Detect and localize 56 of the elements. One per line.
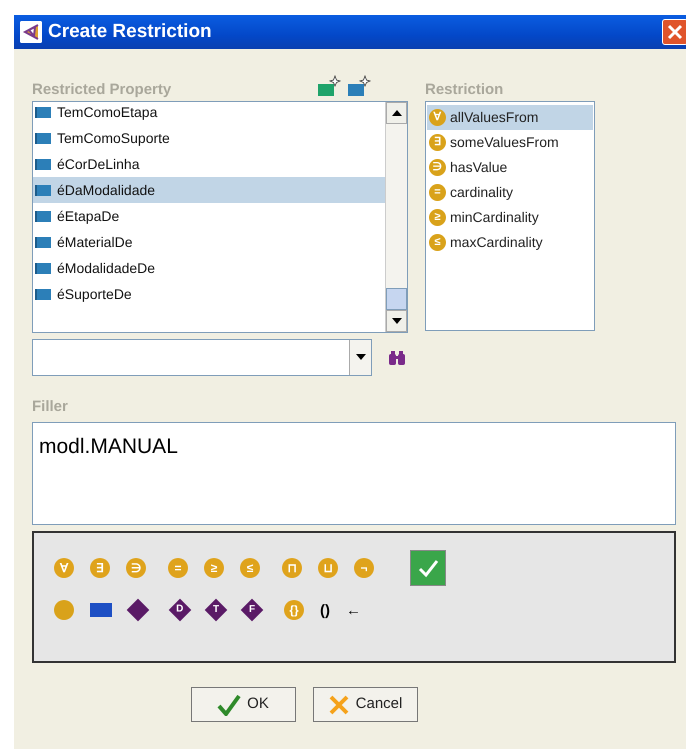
- section-label: Filler: [32, 396, 68, 416]
- restriction-icon: =: [429, 184, 446, 201]
- restriction-item[interactable]: ∋ hasValue: [427, 155, 593, 180]
- app-icon: [20, 21, 42, 43]
- binoculars-icon[interactable]: [388, 350, 406, 366]
- property-icon: [35, 184, 51, 196]
- property-item[interactable]: TemComoEtapa: [33, 102, 385, 125]
- cancel-button[interactable]: Cancel: [312, 687, 418, 722]
- property-icon: [35, 106, 51, 118]
- dropdown-button[interactable]: [349, 340, 371, 375]
- check-icon: [217, 694, 242, 716]
- window-title: Create Restriction: [48, 20, 212, 44]
- down-arrow-icon: [356, 354, 366, 360]
- restriction-icon: ≤: [429, 234, 446, 251]
- restriction-item[interactable]: = cardinality: [427, 180, 593, 205]
- property-item[interactable]: éModalidadeDe: [33, 255, 385, 281]
- symbol-button[interactable]: ←: [346, 602, 361, 618]
- property-icon: [35, 210, 51, 222]
- individual-symbol-button[interactable]: F: [240, 598, 264, 622]
- restriction-icon: ∀: [429, 109, 446, 126]
- scroll-thumb[interactable]: [386, 288, 407, 310]
- down-arrow-icon: [392, 318, 402, 324]
- scroll-up-button[interactable]: [386, 102, 407, 124]
- property-item[interactable]: TemComoSuporte: [33, 125, 385, 151]
- property-icon: [35, 236, 51, 248]
- restriction-icon: ≥: [429, 209, 446, 226]
- up-arrow-icon: [392, 110, 402, 116]
- check-button[interactable]: [410, 550, 446, 586]
- section-label: Restriction: [425, 80, 504, 100]
- restriction-item[interactable]: ≤ maxCardinality: [427, 230, 593, 255]
- property-icon: [35, 158, 51, 170]
- restriction-item[interactable]: ∃ someValuesFrom: [427, 130, 593, 155]
- restriction-icon: ∋: [429, 159, 446, 176]
- property-item[interactable]: éMaterialDe: [33, 229, 385, 255]
- property-icon: [35, 262, 51, 274]
- restriction-item[interactable]: ∀ allValuesFrom: [427, 105, 593, 130]
- property-item[interactable]: éCorDeLinha: [33, 151, 385, 177]
- individual-symbol-button[interactable]: T: [204, 598, 228, 622]
- property-item[interactable]: éDaModalidade: [33, 177, 385, 203]
- add-class-icon[interactable]: [317, 75, 342, 97]
- scrollbar[interactable]: [385, 102, 407, 332]
- ok-button[interactable]: OK: [190, 687, 296, 722]
- property-icon: [35, 132, 51, 144]
- add-property-icon[interactable]: [347, 75, 372, 97]
- restriction-icon: ∃: [429, 134, 446, 151]
- close-button[interactable]: [662, 19, 686, 45]
- filler-field[interactable]: modl.MANUAL: [32, 422, 676, 525]
- property-item[interactable]: éSuporteDe: [33, 281, 385, 307]
- restriction-item[interactable]: ≥ minCardinality: [427, 205, 593, 230]
- scroll-down-button[interactable]: [386, 310, 407, 332]
- individual-symbol-button[interactable]: D: [168, 598, 192, 622]
- property-icon: [35, 288, 51, 300]
- property-item[interactable]: éEtapaDe: [33, 203, 385, 229]
- symbol-button[interactable]: (): [320, 602, 330, 618]
- section-label: Restricted Property: [32, 80, 172, 100]
- close-icon: [328, 694, 350, 716]
